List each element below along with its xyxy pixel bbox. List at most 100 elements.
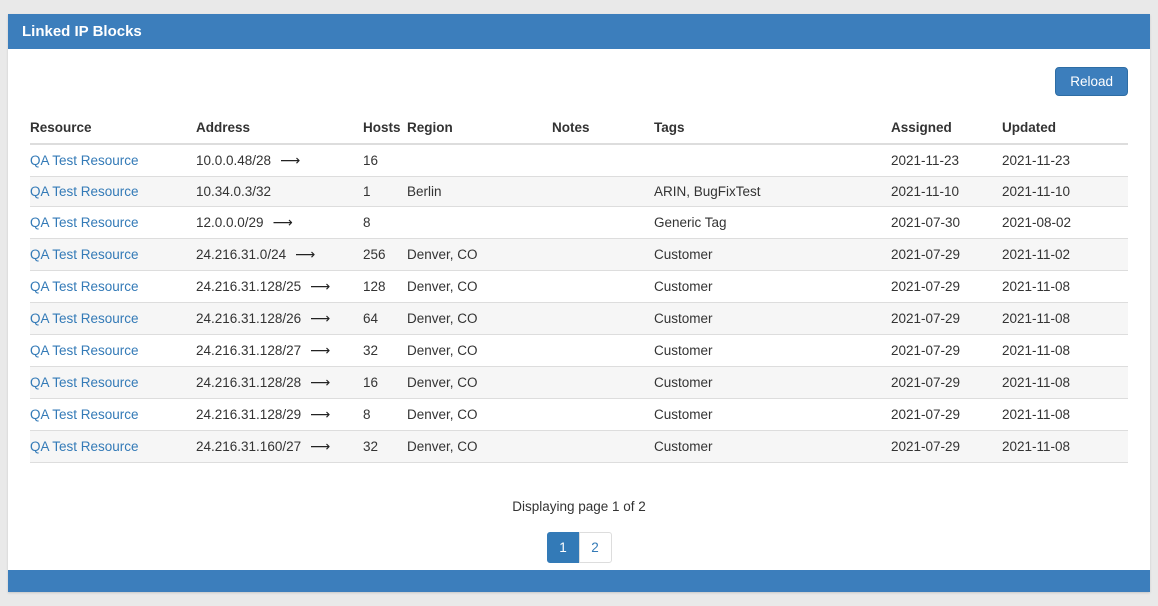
hosts-cell: 128 [363, 271, 407, 303]
updated-cell: 2021-11-23 [1002, 144, 1128, 177]
resource-cell: QA Test Resource [30, 303, 196, 335]
page-button-2[interactable]: 2 [579, 532, 612, 563]
address-text: 10.0.0.48/28 [196, 153, 271, 168]
resource-cell: QA Test Resource [30, 335, 196, 367]
resource-cell: QA Test Resource [30, 207, 196, 239]
address-text: 10.34.0.3/32 [196, 184, 271, 199]
region-cell: Denver, CO [407, 431, 552, 463]
hosts-cell: 256 [363, 239, 407, 271]
tags-cell: Customer [654, 239, 891, 271]
address-arrow-icon[interactable]: ⟶ [310, 310, 330, 326]
notes-cell [552, 431, 654, 463]
region-cell: Denver, CO [407, 335, 552, 367]
table-row: QA Test Resource 24.216.31.128/29 ⟶ 8Denver… [30, 399, 1128, 431]
ip-blocks-table: ResourceAddressHostsRegionNotesTagsAssig… [30, 112, 1128, 463]
hosts-cell: 8 [363, 399, 407, 431]
resource-link[interactable]: QA Test Resource [30, 279, 139, 294]
table-row: QA Test Resource10.34.0.3/321BerlinARIN,… [30, 177, 1128, 207]
updated-cell: 2021-11-08 [1002, 303, 1128, 335]
address-arrow-icon[interactable]: ⟶ [310, 406, 330, 422]
assigned-cell: 2021-07-29 [891, 431, 1002, 463]
address-arrow-icon[interactable]: ⟶ [310, 438, 330, 454]
assigned-cell: 2021-07-29 [891, 335, 1002, 367]
resource-link[interactable]: QA Test Resource [30, 153, 139, 168]
table-row: QA Test Resource 24.216.31.128/27⟶32Denve… [30, 335, 1128, 367]
assigned-cell: 2021-11-10 [891, 177, 1002, 207]
panel-title: Linked IP Blocks [8, 14, 1150, 49]
address-text: 24.216.31.128/29 [196, 407, 301, 422]
reload-button[interactable]: Reload [1055, 67, 1128, 96]
column-header-assigned: Assigned [891, 112, 1002, 144]
resource-link[interactable]: QA Test Resource [30, 311, 139, 326]
updated-cell: 2021-11-02 [1002, 239, 1128, 271]
tags-cell: Customer [654, 271, 891, 303]
resource-link[interactable]: QA Test Resource [30, 407, 139, 422]
address-arrow-icon[interactable]: ⟶ [273, 214, 293, 230]
table-row: QA Test Resource10.0.0.48/28⟶162021-11-2… [30, 144, 1128, 177]
resource-link[interactable]: QA Test Resource [30, 247, 139, 262]
table-header-row: ResourceAddressHostsRegionNotesTagsAssig… [30, 112, 1128, 144]
region-cell: Denver, CO [407, 303, 552, 335]
resource-cell: QA Test Resource [30, 271, 196, 303]
resource-link[interactable]: QA Test Resource [30, 343, 139, 358]
region-cell: Denver, CO [407, 399, 552, 431]
address-text: 24.216.31.160/27 [196, 439, 301, 454]
updated-cell: 2021-11-10 [1002, 177, 1128, 207]
resource-cell: QA Test Resource [30, 144, 196, 177]
address-arrow-icon[interactable]: ⟶ [280, 152, 300, 168]
region-cell [407, 144, 552, 177]
address-cell: 24.216.31.160/27 ⟶ [196, 431, 363, 463]
table-row: QA Test Resource 24.216.31.160/27 ⟶ 32Denve… [30, 431, 1128, 463]
notes-cell [552, 271, 654, 303]
address-text: 12.0.0.0/29 [196, 215, 264, 230]
resource-cell: QA Test Resource [30, 177, 196, 207]
pager-area: Displaying page 1 of 2 12 [30, 499, 1128, 563]
hosts-cell: 32 [363, 431, 407, 463]
address-arrow-icon[interactable]: ⟶ [310, 374, 330, 390]
table-row: QA Test Resource 24.216.31.0/24 ⟶ 256Denver… [30, 239, 1128, 271]
resource-link[interactable]: QA Test Resource [30, 375, 139, 390]
notes-cell [552, 367, 654, 399]
column-header-resource: Resource [30, 112, 196, 144]
updated-cell: 2021-11-08 [1002, 367, 1128, 399]
resource-link[interactable]: QA Test Resource [30, 184, 139, 199]
assigned-cell: 2021-07-29 [891, 399, 1002, 431]
page-button-1[interactable]: 1 [547, 532, 580, 563]
hosts-cell: 16 [363, 367, 407, 399]
updated-cell: 2021-11-08 [1002, 399, 1128, 431]
hosts-cell: 32 [363, 335, 407, 367]
address-text: 24.216.31.0/24 [196, 247, 286, 262]
notes-cell [552, 239, 654, 271]
table-row: QA Test Resource24.216.31.128/25⟶128Denv… [30, 271, 1128, 303]
assigned-cell: 2021-11-23 [891, 144, 1002, 177]
tags-cell: Customer [654, 303, 891, 335]
address-cell: 24.216.31.0/24 ⟶ [196, 239, 363, 271]
region-cell: Denver, CO [407, 367, 552, 399]
tags-cell: Customer [654, 431, 891, 463]
resource-link[interactable]: QA Test Resource [30, 439, 139, 454]
address-cell: 24.216.31.128/27⟶ [196, 335, 363, 367]
assigned-cell: 2021-07-29 [891, 367, 1002, 399]
notes-cell [552, 399, 654, 431]
notes-cell [552, 144, 654, 177]
assigned-cell: 2021-07-30 [891, 207, 1002, 239]
tags-cell: Customer [654, 399, 891, 431]
address-text: 24.216.31.128/26 [196, 311, 301, 326]
updated-cell: 2021-08-02 [1002, 207, 1128, 239]
address-text: 24.216.31.128/25 [196, 279, 301, 294]
tags-cell: Generic Tag [654, 207, 891, 239]
address-arrow-icon[interactable]: ⟶ [295, 246, 315, 262]
address-arrow-icon[interactable]: ⟶ [310, 278, 330, 294]
address-arrow-icon[interactable]: ⟶ [310, 342, 330, 358]
hosts-cell: 8 [363, 207, 407, 239]
table-row: QA Test Resource 12.0.0.0/29 ⟶ 8 Generic Tag… [30, 207, 1128, 239]
resource-link[interactable]: QA Test Resource [30, 215, 139, 230]
panel-footer [8, 570, 1150, 592]
region-cell: Denver, CO [407, 239, 552, 271]
address-cell: 12.0.0.0/29 ⟶ [196, 207, 363, 239]
resource-cell: QA Test Resource [30, 431, 196, 463]
tags-cell: Customer [654, 335, 891, 367]
linked-ip-blocks-panel: Linked IP Blocks Reload ResourceAddressH… [8, 14, 1150, 592]
address-cell: 10.0.0.48/28 ⟶ [196, 144, 363, 177]
column-header-region: Region [407, 112, 552, 144]
